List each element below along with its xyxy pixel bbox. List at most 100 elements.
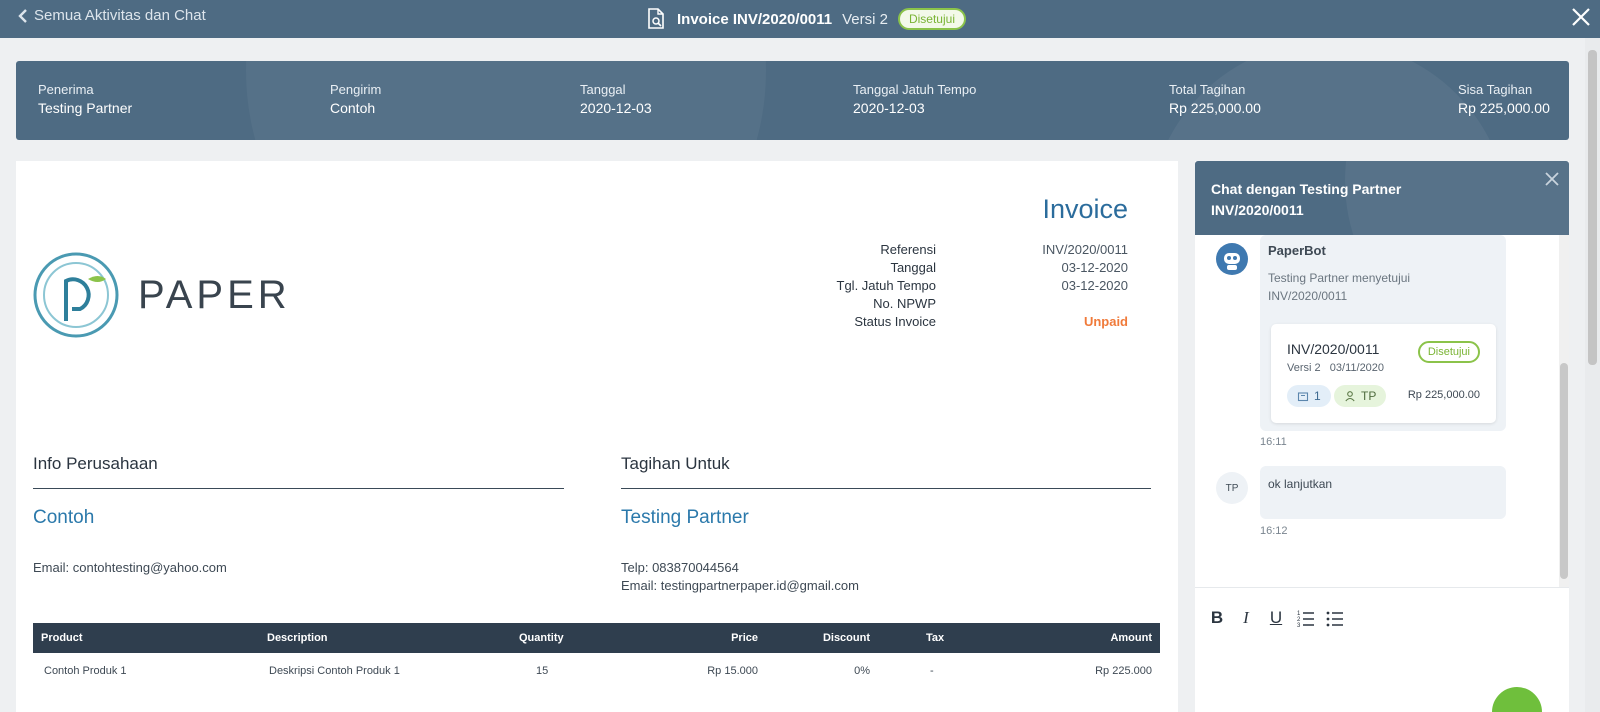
summary-label: Tanggal <box>580 82 626 97</box>
bullet-list-icon[interactable] <box>1325 608 1345 628</box>
back-link[interactable]: Semua Aktivitas dan Chat <box>18 7 206 24</box>
partner-initials: TP <box>1361 389 1377 403</box>
summary-value: 2020-12-03 <box>853 100 925 116</box>
invoice-card-version-date: Versi 2 03/11/2020 <box>1287 362 1385 374</box>
message-composer[interactable]: B I U 1 2 3 <box>1195 587 1569 712</box>
meta-value-due-date: 03-12-2020 <box>1061 278 1129 293</box>
summary-total: Total Tagihan Rp 225,000.00 <box>1169 82 1261 116</box>
message-bubble: PaperBot Testing Partner menyetujui INV/… <box>1260 235 1506 431</box>
bill-to-phone: Telp: 083870044564 <box>621 560 739 575</box>
box-icon <box>1297 392 1309 402</box>
summary-label: Pengirim <box>330 82 382 97</box>
column-header-quantity: Quantity <box>519 632 564 644</box>
partner-pill: TP <box>1334 385 1387 407</box>
bill-to-contact: Telp: 083870044564 Email: testingpartner… <box>621 559 859 595</box>
bill-to-email: Email: testingpartnerpaper.id@gmail.com <box>621 578 859 593</box>
divider <box>33 488 564 489</box>
summary-label: Tanggal Jatuh Tempo <box>853 82 977 97</box>
meta-value-status: Unpaid <box>1083 314 1128 329</box>
summary-remaining: Sisa Tagihan Rp 225,000.00 <box>1458 82 1550 116</box>
scrollbar-thumb[interactable] <box>1588 50 1597 365</box>
invoice-card-id: INV/2020/0011 <box>1287 341 1380 357</box>
summary-sender: Pengirim Contoh <box>330 82 381 116</box>
company-logo: PAPER <box>32 251 291 339</box>
meta-label-npwp: No. NPWP <box>873 296 936 311</box>
summary-recipient: Penerima Testing Partner <box>38 82 132 116</box>
company-email: Email: contohtesting@yahoo.com <box>33 560 227 575</box>
paperbot-avatar-icon <box>1216 243 1248 275</box>
back-link-label: Semua Aktivitas dan Chat <box>34 7 206 24</box>
line-items-table: Product Description Quantity Price Disco… <box>33 623 1160 691</box>
ordered-list-icon[interactable]: 1 2 3 <box>1296 608 1316 628</box>
invoice-summary-bar: Penerima Testing Partner Pengirim Contoh… <box>16 61 1569 140</box>
document-title: Invoice INV/2020/0011 <box>677 10 833 28</box>
logo-wordmark: PAPER <box>138 272 291 317</box>
cell-tax: - <box>930 665 934 677</box>
bold-button[interactable]: B <box>1207 608 1227 628</box>
avatar: TP <box>1216 472 1248 504</box>
summary-value: Contoh <box>330 100 376 116</box>
meta-value-reference: INV/2020/0011 <box>1042 242 1128 257</box>
status-badge: Disetujui <box>1417 341 1480 363</box>
summary-label: Total Tagihan <box>1169 82 1246 97</box>
invoice-card[interactable]: INV/2020/0011 Versi 2 03/11/2020 Disetuj… <box>1271 324 1496 423</box>
divider <box>621 488 1151 489</box>
document-title-group: Invoice INV/2020/0011 Versi 2 Disetujui <box>645 6 966 32</box>
chat-title-invoice: INV/2020/0011 <box>1211 202 1304 218</box>
cell-quantity: 15 <box>536 665 549 677</box>
close-icon[interactable] <box>1570 5 1592 29</box>
column-header-price: Price <box>731 632 758 644</box>
chat-title-partner: Chat dengan Testing Partner <box>1211 181 1402 197</box>
invoice-card-amount: Rp 225,000.00 <box>1407 389 1480 401</box>
item-count: 1 <box>1314 389 1321 403</box>
bill-to-title: Tagihan Untuk <box>621 454 730 473</box>
document-search-icon <box>645 8 667 30</box>
meta-value-date: 03-12-2020 <box>1061 260 1129 275</box>
summary-label: Sisa Tagihan <box>1458 82 1533 97</box>
paper-logo-icon <box>33 252 119 338</box>
invoice-document: Invoice Referensi Tanggal Tgl. Jatuh Tem… <box>16 161 1178 712</box>
send-button[interactable] <box>1492 687 1542 712</box>
scrollbar-thumb[interactable] <box>1560 363 1568 579</box>
underline-button[interactable]: U <box>1266 608 1286 628</box>
table-row: Contoh Produk 1 Deskripsi Contoh Produk … <box>33 653 1160 691</box>
chat-scrollbar[interactable] <box>1559 235 1569 587</box>
chat-title: Chat dengan Testing Partner INV/2020/001… <box>1211 179 1401 221</box>
message-time: 16:11 <box>1260 436 1287 448</box>
italic-button[interactable]: I <box>1236 608 1256 628</box>
item-count-pill: 1 <box>1287 385 1331 407</box>
column-header-product: Product <box>41 632 83 644</box>
summary-value: Testing Partner <box>38 100 133 116</box>
summary-value: Rp 225,000.00 <box>1458 100 1550 116</box>
meta-label-due-date: Tgl. Jatuh Tempo <box>836 278 936 293</box>
bill-to-name: Testing Partner <box>621 507 749 528</box>
summary-value: 2020-12-03 <box>580 100 652 116</box>
cell-product: Contoh Produk 1 <box>44 665 127 677</box>
chat-messages[interactable]: PaperBot Testing Partner menyetujui INV/… <box>1195 235 1569 587</box>
column-header-description: Description <box>267 632 328 644</box>
chat-header: Chat dengan Testing Partner INV/2020/001… <box>1195 161 1569 235</box>
close-icon[interactable] <box>1543 170 1561 188</box>
summary-value: Rp 225,000.00 <box>1169 100 1261 116</box>
meta-label-date: Tanggal <box>890 260 936 275</box>
message-text: Testing Partner menyetujui INV/2020/0011 <box>1268 271 1411 303</box>
summary-label: Penerima <box>38 82 94 97</box>
decorative-circle <box>246 61 766 140</box>
cell-amount: Rp 225.000 <box>1095 665 1152 677</box>
meta-value-npwp <box>928 295 1128 313</box>
status-badge: Disetujui <box>897 8 966 30</box>
page-scrollbar[interactable] <box>1585 38 1600 712</box>
invoice-meta-labels: Referensi Tanggal Tgl. Jatuh Tempo No. N… <box>786 241 936 331</box>
meta-label-reference: Referensi <box>880 242 936 257</box>
table-header: Product Description Quantity Price Disco… <box>33 623 1160 653</box>
cell-price: Rp 15.000 <box>707 665 758 677</box>
message-text: ok lanjutkan <box>1268 477 1333 491</box>
svg-text:3: 3 <box>1297 623 1301 628</box>
top-bar: Semua Aktivitas dan Chat Invoice INV/202… <box>0 0 1600 38</box>
summary-due-date: Tanggal Jatuh Tempo 2020-12-03 <box>853 82 976 116</box>
message-sender: PaperBot <box>1268 243 1326 258</box>
message-bubble: ok lanjutkan <box>1260 466 1506 519</box>
document-version: Versi 2 <box>842 10 888 28</box>
invoice-meta-values: INV/2020/0011 03-12-2020 03-12-2020 Unpa… <box>928 241 1128 331</box>
company-info-title: Info Perusahaan <box>33 454 158 473</box>
